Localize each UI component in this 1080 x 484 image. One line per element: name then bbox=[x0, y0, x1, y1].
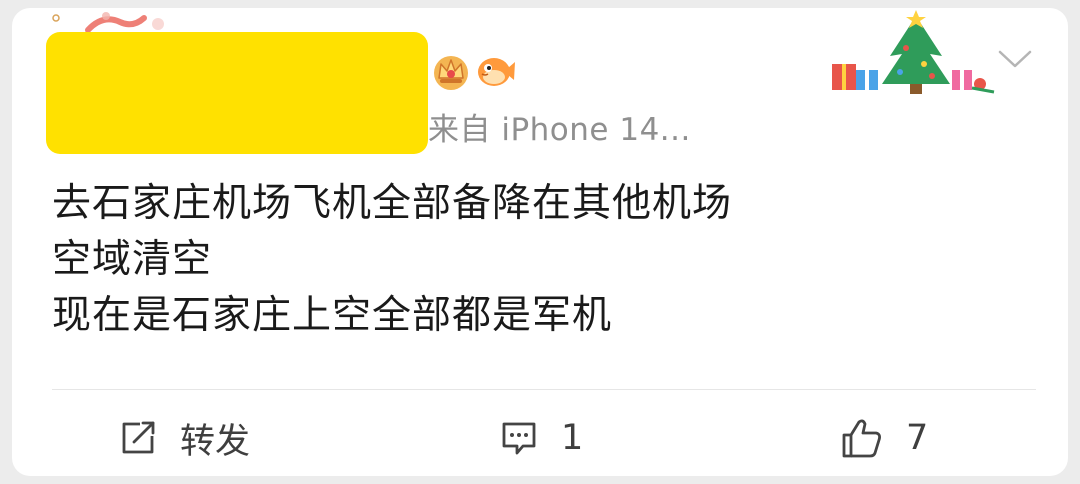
chevron-down-icon[interactable] bbox=[996, 44, 1034, 74]
christmas-tree-icon bbox=[832, 10, 995, 94]
post-text-line: 空域清空 bbox=[52, 237, 213, 282]
repost-icon bbox=[122, 421, 155, 454]
post-text-line: 去石家庄机场飞机全部备降在其他机场 bbox=[52, 181, 733, 226]
post-source: 来自 iPhone 14... bbox=[428, 112, 691, 148]
crown-icon bbox=[434, 56, 468, 90]
comment-count: 1 bbox=[561, 418, 584, 458]
pufferfish-icon bbox=[478, 58, 515, 86]
post-card: 来自 iPhone 14... 去石家庄机场飞机全部备降在其他机场 空域清空 现… bbox=[12, 8, 1068, 476]
divider bbox=[52, 389, 1036, 390]
like-button[interactable]: 7 bbox=[840, 412, 928, 464]
repost-button[interactable]: 转发 bbox=[118, 412, 250, 464]
post-text-line: 现在是石家庄上空全部都是军机 bbox=[52, 293, 613, 338]
comment-button[interactable]: 1 bbox=[499, 412, 583, 464]
like-count: 7 bbox=[906, 418, 929, 458]
redacted-user-info bbox=[46, 32, 428, 154]
repost-label: 转发 bbox=[180, 421, 251, 462]
comment-icon bbox=[502, 422, 536, 455]
thumbs-up-icon bbox=[842, 419, 881, 458]
post-body: 去石家庄机场飞机全部备降在其他机场 空域清空 现在是石家庄上空全部都是军机 bbox=[52, 176, 1012, 344]
